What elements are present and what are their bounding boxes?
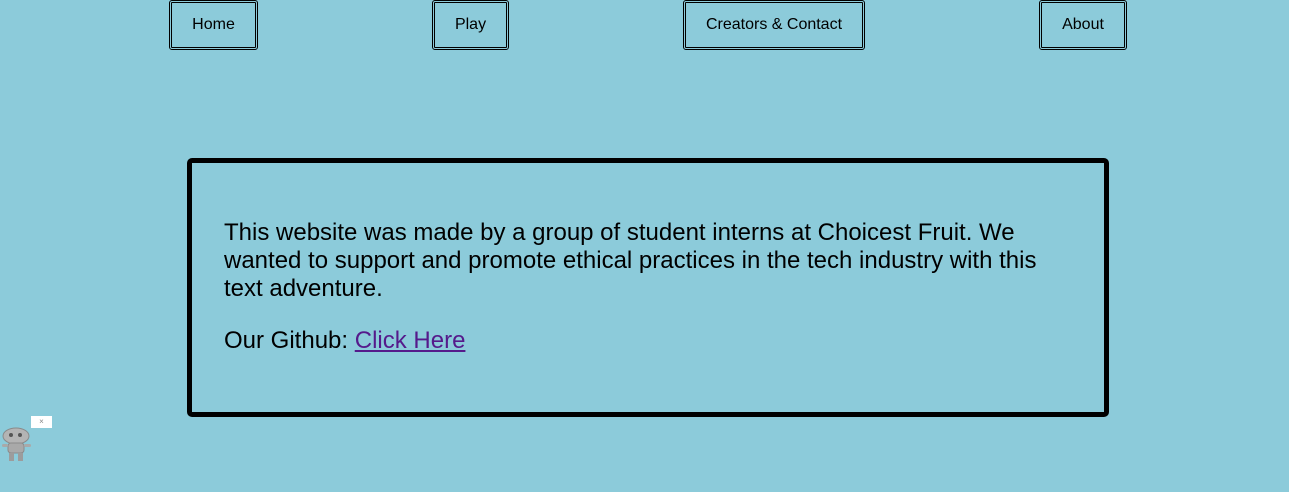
about-description: This website was made by a group of stud… xyxy=(224,219,1037,302)
nav-about-button[interactable]: About xyxy=(1039,0,1127,50)
robot-mascot-icon[interactable] xyxy=(0,426,34,462)
about-panel: This website was made by a group of stud… xyxy=(187,158,1109,417)
nav-play-button[interactable]: Play xyxy=(432,0,509,50)
github-line: Our Github: Click Here xyxy=(224,327,465,355)
mascot-close-button[interactable]: × xyxy=(31,416,52,428)
nav-creators-contact-button[interactable]: Creators & Contact xyxy=(683,0,865,50)
github-label: Our Github: xyxy=(224,327,349,354)
nav-home-button[interactable]: Home xyxy=(169,0,258,50)
mascot-widget: × xyxy=(0,414,56,464)
github-link[interactable]: Click Here xyxy=(355,327,466,354)
